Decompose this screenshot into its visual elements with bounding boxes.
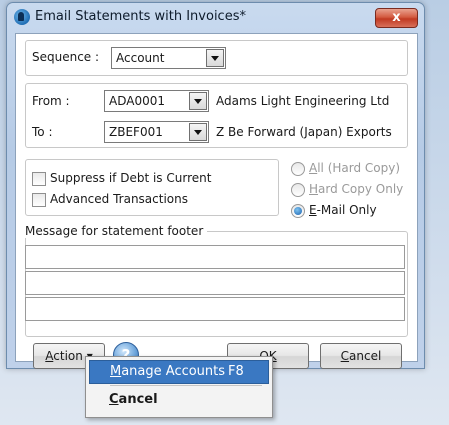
dialog-body: Sequence : Account From : ADA0001 Adams … bbox=[15, 33, 418, 362]
message-line-1[interactable] bbox=[25, 245, 405, 269]
title-bar[interactable]: Email Statements with Invoices* x bbox=[7, 3, 424, 31]
sequence-value: Account bbox=[116, 51, 165, 65]
manage-accounts-shortcut: F8 bbox=[228, 364, 244, 379]
email-only-radio[interactable] bbox=[291, 204, 305, 218]
sequence-group: Sequence : Account bbox=[25, 40, 408, 76]
dialog-window: Email Statements with Invoices* x Sequen… bbox=[6, 2, 425, 369]
to-account-combo[interactable]: ZBEF001 bbox=[104, 121, 209, 143]
all-hard-copy-radio[interactable] bbox=[291, 162, 305, 176]
from-label: From : bbox=[32, 94, 70, 108]
close-button[interactable]: x bbox=[375, 8, 418, 28]
advanced-transactions-label[interactable]: Advanced Transactions bbox=[50, 192, 188, 206]
range-group: From : ADA0001 Adams Light Engineering L… bbox=[25, 83, 408, 148]
app-icon bbox=[14, 9, 30, 25]
to-account-code: ZBEF001 bbox=[109, 125, 163, 139]
advanced-transactions-checkbox[interactable] bbox=[32, 193, 46, 207]
message-group: Message for statement footer bbox=[21, 224, 408, 337]
hard-copy-only-radio[interactable] bbox=[291, 183, 305, 197]
chevron-down-icon[interactable] bbox=[206, 49, 224, 67]
menu-separator bbox=[110, 385, 262, 386]
chevron-down-icon[interactable] bbox=[189, 92, 207, 110]
from-account-combo[interactable]: ADA0001 bbox=[104, 90, 209, 112]
suppress-label[interactable]: Suppress if Debt is Current bbox=[50, 171, 211, 185]
options-group: Suppress if Debt is Current Advanced Tra… bbox=[25, 159, 279, 216]
message-line-3[interactable] bbox=[25, 297, 405, 321]
sequence-label: Sequence : bbox=[32, 50, 100, 64]
hard-copy-only-label[interactable]: Hard Copy Only bbox=[309, 182, 403, 196]
to-account-name: Z Be Forward (Japan) Exports bbox=[216, 125, 392, 139]
all-hard-copy-label[interactable]: All (Hard Copy) bbox=[309, 161, 400, 175]
chevron-down-icon[interactable] bbox=[189, 123, 207, 141]
from-account-name: Adams Light Engineering Ltd bbox=[216, 94, 390, 108]
message-label: Message for statement footer bbox=[21, 224, 208, 238]
email-only-label[interactable]: E-Mail Only bbox=[309, 203, 377, 217]
menu-item-cancel[interactable]: Cancel bbox=[89, 389, 267, 411]
suppress-checkbox[interactable] bbox=[32, 172, 46, 186]
from-account-code: ADA0001 bbox=[109, 94, 165, 108]
cancel-button[interactable]: Cancel bbox=[320, 343, 402, 369]
message-line-2[interactable] bbox=[25, 271, 405, 295]
window-title: Email Statements with Invoices* bbox=[35, 9, 246, 24]
to-label: To : bbox=[32, 125, 53, 139]
sequence-combo[interactable]: Account bbox=[111, 47, 226, 69]
menu-item-manage-accounts[interactable]: Manage Accounts F8 bbox=[89, 360, 269, 384]
action-menu: Manage Accounts F8 Cancel bbox=[85, 356, 273, 418]
